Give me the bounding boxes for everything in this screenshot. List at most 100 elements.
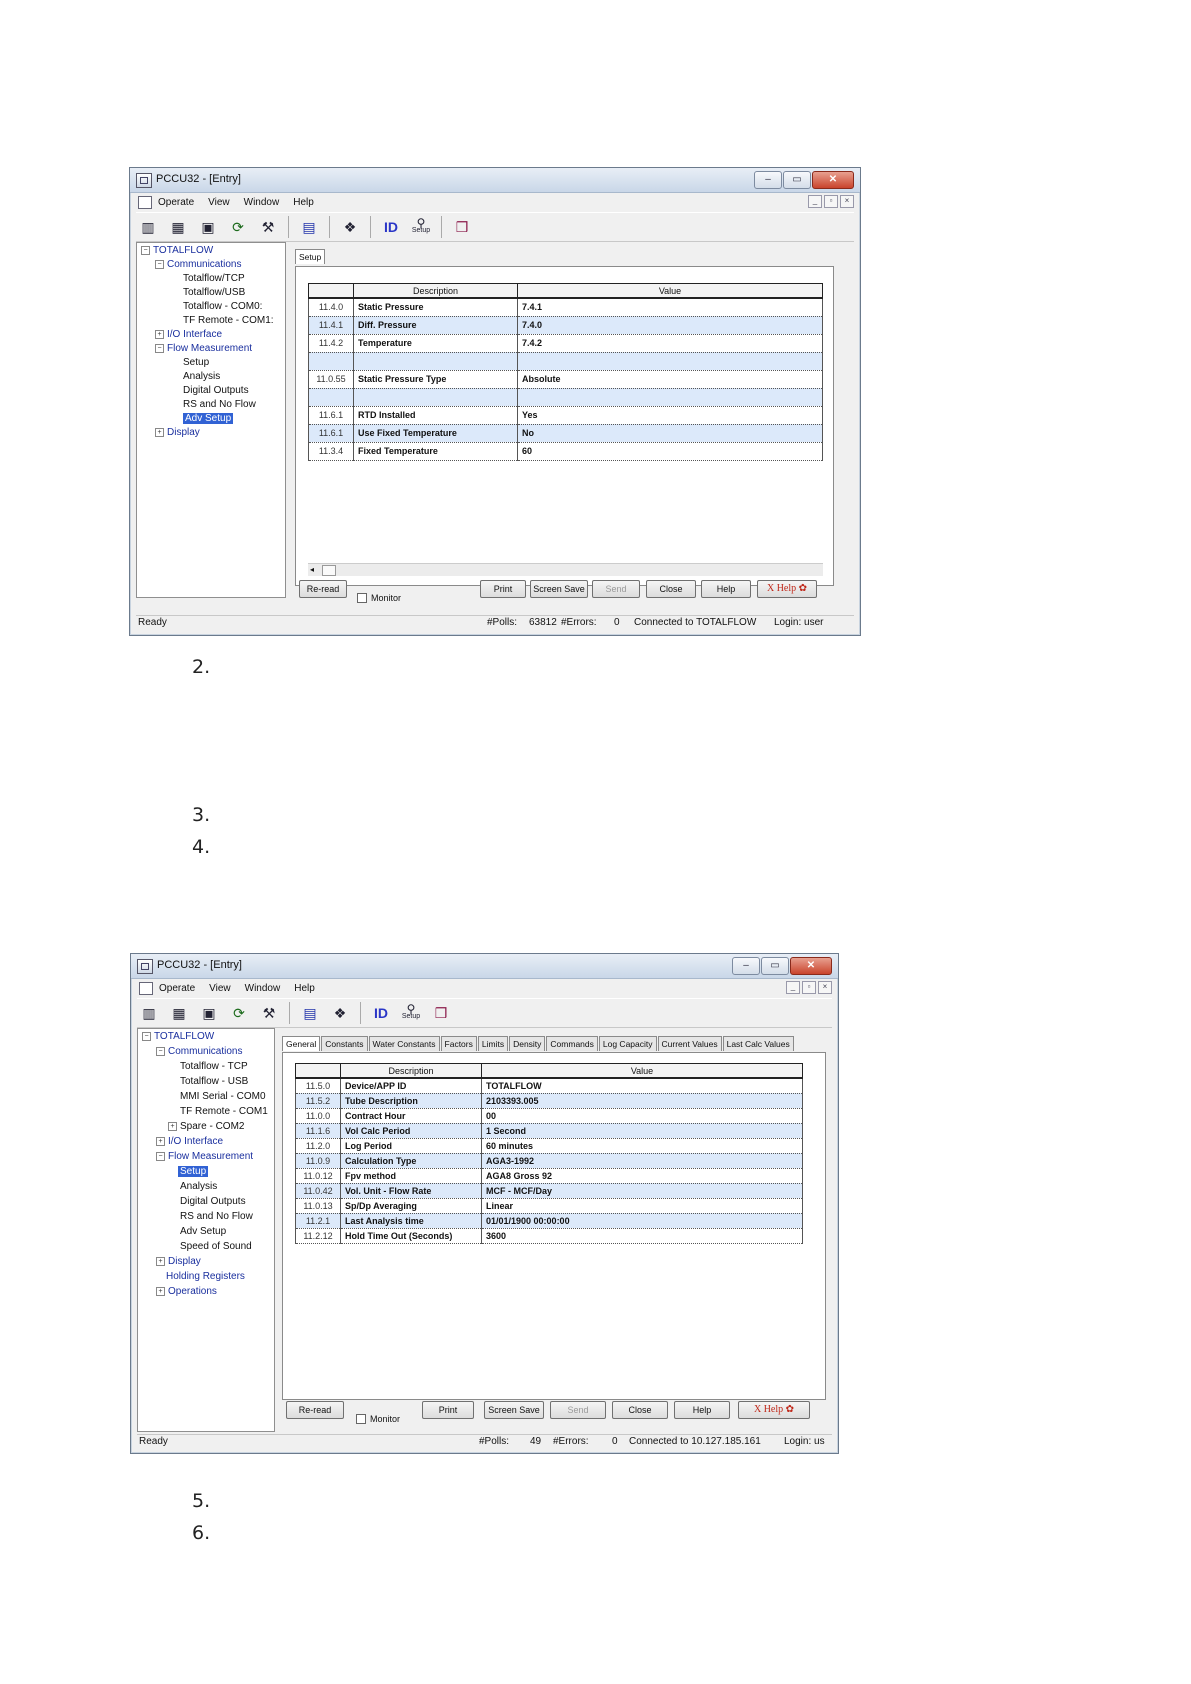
menu-operate[interactable]: Operate	[158, 197, 194, 208]
tree-item-selected[interactable]: Adv Setup	[183, 413, 234, 424]
row-value[interactable]: 01/01/1900 00:00:00	[481, 1213, 803, 1229]
title-bar[interactable]: PCCU32 - [Entry] – ▭ ✕	[130, 168, 860, 193]
tree-item[interactable]: Totalflow/TCP	[183, 273, 245, 284]
tree-root[interactable]: − TOTALFLOW	[141, 245, 213, 256]
close-button[interactable]: Close	[646, 580, 696, 598]
tree-item-spare[interactable]: + Spare - COM2	[168, 1121, 244, 1132]
mdi-close-button[interactable]: ×	[818, 981, 832, 994]
row-value[interactable]: TOTALFLOW	[481, 1078, 803, 1094]
tools-icon[interactable]: ⚒	[257, 1001, 281, 1025]
device-icon[interactable]: ▥	[137, 1001, 161, 1025]
calendar-icon[interactable]: ▦	[166, 215, 190, 239]
tab-setup[interactable]: Setup	[295, 249, 326, 264]
expand-icon[interactable]: +	[156, 1136, 165, 1146]
window-icon[interactable]: ▣	[197, 1001, 221, 1025]
table-row[interactable]	[308, 388, 823, 407]
row-value[interactable]: Yes	[517, 406, 823, 425]
monitor-icon[interactable]: ▤	[297, 215, 321, 239]
row-value[interactable]: 60	[517, 442, 823, 461]
tree-item[interactable]: RS and No Flow	[180, 1211, 253, 1222]
expand-icon[interactable]: +	[155, 329, 164, 339]
tab-constants[interactable]: Constants	[321, 1036, 368, 1051]
horizontal-scrollbar[interactable]: ◂	[308, 563, 823, 576]
tree-item[interactable]: RS and No Flow	[183, 399, 256, 410]
print-button[interactable]: Print	[480, 580, 526, 598]
tree-item[interactable]: Setup	[183, 357, 209, 368]
row-value[interactable]: No	[517, 424, 823, 443]
table-row[interactable]: 11.2.12 Hold Time Out (Seconds) 3600	[295, 1228, 803, 1244]
help-button[interactable]: Help	[674, 1401, 730, 1419]
close-button[interactable]: Close	[612, 1401, 668, 1419]
collapse-icon[interactable]: −	[156, 1151, 165, 1161]
book-icon[interactable]: ❒	[450, 215, 474, 239]
menu-help[interactable]: Help	[293, 197, 314, 208]
table-row[interactable]: 11.0.0 Contract Hour 00	[295, 1108, 803, 1124]
row-value[interactable]: Absolute	[517, 370, 823, 389]
document-icon[interactable]	[139, 981, 153, 995]
table-row[interactable]: 11.0.9 Calculation Type AGA3-1992	[295, 1153, 803, 1169]
menu-operate[interactable]: Operate	[159, 983, 195, 994]
tree-operations[interactable]: + Operations	[156, 1286, 217, 1297]
tree-holding-registers[interactable]: Holding Registers	[166, 1271, 245, 1282]
mdi-restore-button[interactable]: ▫	[824, 195, 838, 208]
print-button[interactable]: Print	[422, 1401, 474, 1419]
collapse-icon[interactable]: −	[156, 1046, 165, 1056]
row-value[interactable]: 7.4.0	[517, 316, 823, 335]
tree-display[interactable]: + Display	[156, 1256, 201, 1267]
row-value[interactable]: 00	[481, 1108, 803, 1124]
table-row[interactable]: 11.3.4 Fixed Temperature 60	[308, 442, 823, 461]
xhelp-button[interactable]: X Help ✿	[757, 580, 817, 598]
network-icon[interactable]: ❖	[338, 215, 362, 239]
tree-item[interactable]: MMI Serial - COM0	[180, 1091, 266, 1102]
network-icon[interactable]: ❖	[328, 1001, 352, 1025]
tree-flow-measurement[interactable]: − Flow Measurement	[155, 343, 252, 354]
row-value[interactable]	[517, 388, 823, 407]
table-row[interactable]: 11.5.2 Tube Description 2103393.005	[295, 1093, 803, 1109]
book-icon[interactable]: ❒	[429, 1001, 453, 1025]
close-window-button[interactable]: ✕	[812, 171, 854, 189]
row-value[interactable]: 60 minutes	[481, 1138, 803, 1154]
tree-item[interactable]: Digital Outputs	[180, 1196, 246, 1207]
title-bar[interactable]: PCCU32 - [Entry] – ▭ ✕	[131, 954, 838, 979]
row-value[interactable]: Linear	[481, 1198, 803, 1214]
tab-commands[interactable]: Commands	[546, 1036, 598, 1051]
minimize-button[interactable]: –	[732, 957, 760, 975]
tree-root[interactable]: − TOTALFLOW	[142, 1031, 214, 1042]
mdi-restore-button[interactable]: ▫	[802, 981, 816, 994]
table-row[interactable]: 11.0.12 Fpv method AGA8 Gross 92	[295, 1168, 803, 1184]
setup-icon[interactable]: ⚲ Setup	[399, 1001, 423, 1025]
monitor-checkbox[interactable]: Monitor	[357, 593, 401, 603]
tab-factors[interactable]: Factors	[440, 1036, 477, 1051]
table-row[interactable]: 11.5.0 Device/APP ID TOTALFLOW	[295, 1078, 803, 1094]
tab-limits[interactable]: Limits	[477, 1036, 509, 1051]
xhelp-button[interactable]: X Help ✿	[738, 1401, 810, 1419]
send-button[interactable]: Send	[592, 580, 640, 598]
tree-io-interface[interactable]: + I/O Interface	[155, 329, 222, 340]
tree-item[interactable]: Digital Outputs	[183, 385, 249, 396]
tab-last-calc-values[interactable]: Last Calc Values	[722, 1036, 794, 1051]
expand-icon[interactable]: +	[168, 1121, 177, 1131]
menu-window[interactable]: Window	[244, 197, 280, 208]
checkbox-box[interactable]	[356, 1414, 366, 1424]
table-row[interactable]: 11.0.13 Sp/Dp Averaging Linear	[295, 1198, 803, 1214]
collapse-icon[interactable]: −	[155, 259, 164, 269]
expand-icon[interactable]: +	[156, 1286, 165, 1296]
collapse-icon[interactable]: −	[142, 1031, 151, 1041]
tab-log-capacity[interactable]: Log Capacity	[598, 1036, 657, 1051]
tree-item[interactable]: Totalflow - TCP	[180, 1061, 248, 1072]
row-value[interactable]: AGA3-1992	[481, 1153, 803, 1169]
scroll-left-icon[interactable]: ◂	[310, 565, 314, 574]
tab-water-constants[interactable]: Water Constants	[368, 1036, 440, 1051]
row-value[interactable]: 3600	[481, 1228, 803, 1244]
screen-save-button[interactable]: Screen Save	[484, 1401, 544, 1419]
tree-item[interactable]: Speed of Sound	[180, 1241, 252, 1252]
setup-icon[interactable]: ⚲ Setup	[409, 215, 433, 239]
row-value[interactable]: AGA8 Gross 92	[481, 1168, 803, 1184]
tree-item[interactable]: Totalflow - COM0:	[183, 301, 262, 312]
menu-help[interactable]: Help	[294, 983, 315, 994]
table-row[interactable]: 11.4.2 Temperature 7.4.2	[308, 334, 823, 353]
table-row[interactable]: 11.4.1 Diff. Pressure 7.4.0	[308, 316, 823, 335]
calendar-icon[interactable]: ▦	[167, 1001, 191, 1025]
reread-button[interactable]: Re-read	[299, 580, 347, 598]
tree-item[interactable]: TF Remote - COM1:	[183, 315, 274, 326]
